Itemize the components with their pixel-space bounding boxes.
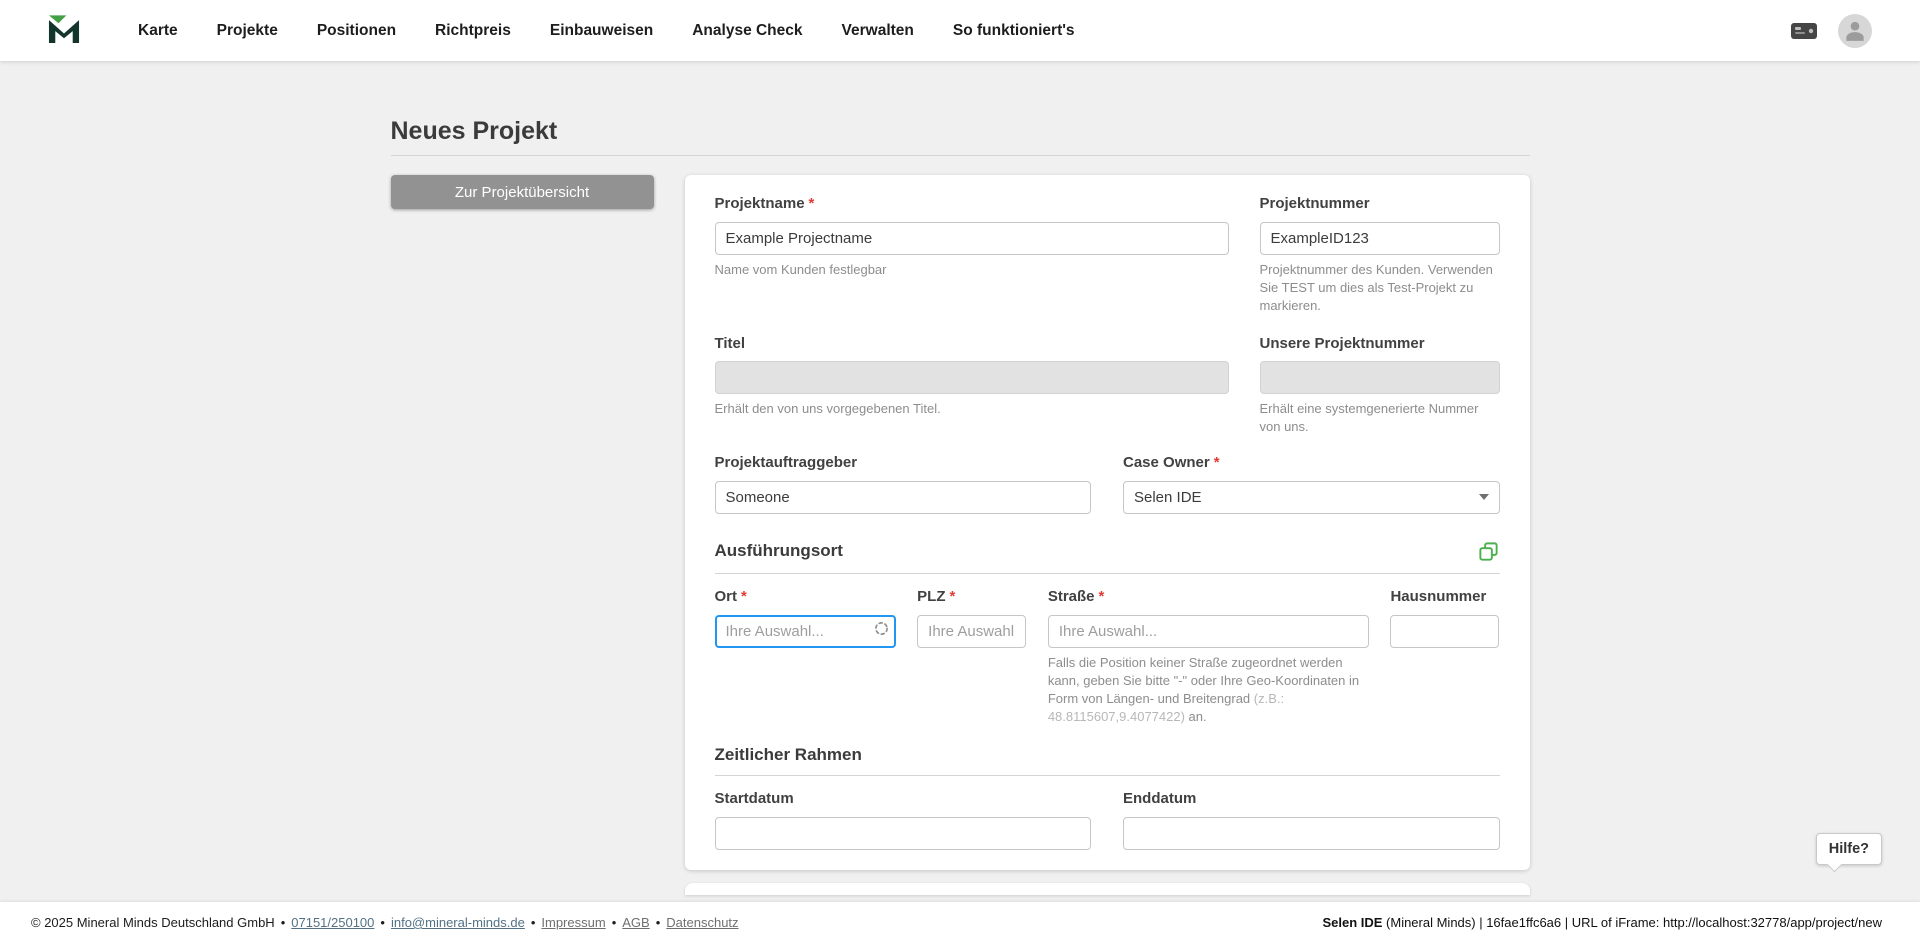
plz-input[interactable]: [917, 615, 1026, 648]
plz-label: PLZ*: [917, 588, 1026, 607]
top-navbar: Karte Projekte Positionen Richtpreis Ein…: [0, 0, 1920, 61]
row-projektname-projektnummer: Projektname* Name vom Kunden festlegbar …: [715, 195, 1500, 315]
footer: © 2025 Mineral Minds Deutschland GmbH • …: [0, 902, 1920, 943]
titel-label: Titel: [715, 335, 1229, 354]
ort-label: Ort*: [715, 588, 896, 607]
footer-phone-link[interactable]: 07151/250100: [291, 915, 374, 930]
nav-item-positionen[interactable]: Positionen: [317, 22, 396, 40]
case-owner-value: Selen IDE: [1134, 489, 1202, 506]
nav-item-karte[interactable]: Karte: [138, 22, 178, 40]
device-icon[interactable]: [1790, 21, 1818, 41]
projektauftraggeber-label: Projektauftraggeber: [715, 454, 1092, 473]
enddatum-input[interactable]: [1123, 817, 1500, 850]
row-ausfuehrungsort-fields: Ort* PLZ*: [715, 588, 1500, 726]
copyright-text: © 2025 Mineral Minds Deutschland GmbH: [31, 915, 275, 930]
nav-item-so-funktionierts[interactable]: So funktioniert's: [953, 22, 1075, 40]
footer-impressum-link[interactable]: Impressum: [541, 915, 605, 930]
section-divider: [715, 775, 1500, 776]
hausnummer-label: Hausnummer: [1390, 588, 1499, 607]
row-auftraggeber-caseowner: Projektauftraggeber Case Owner* Selen ID…: [715, 454, 1500, 514]
title-divider: [391, 155, 1530, 156]
unsere-projektnummer-label: Unsere Projektnummer: [1260, 335, 1500, 354]
startdatum-input[interactable]: [715, 817, 1092, 850]
page-title: Neues Projekt: [391, 117, 1530, 146]
session-info: Selen IDE (Mineral Minds) | 16fae1ffc6a6…: [1322, 915, 1882, 930]
section-title-ausfuehrungsort: Ausführungsort: [715, 541, 843, 561]
back-to-projects-button[interactable]: Zur Projektübersicht: [391, 175, 654, 209]
footer-datenschutz-link[interactable]: Datenschutz: [666, 915, 738, 930]
next-section-card-peek: [685, 883, 1530, 895]
required-asterisk: *: [1214, 454, 1220, 471]
nav-item-richtpreis[interactable]: Richtpreis: [435, 22, 511, 40]
projektname-input[interactable]: [715, 222, 1229, 255]
nav-item-analyse-check[interactable]: Analyse Check: [692, 22, 802, 40]
section-ausfuehrungsort-header: Ausführungsort: [715, 540, 1500, 563]
row-titel-unsere-projektnummer: Titel Erhält den von uns vorgegebenen Ti…: [715, 335, 1500, 437]
footer-agb-link[interactable]: AGB: [622, 915, 649, 930]
nav-item-verwalten[interactable]: Verwalten: [842, 22, 914, 40]
help-button[interactable]: Hilfe?: [1816, 833, 1882, 865]
case-owner-label: Case Owner*: [1123, 454, 1500, 473]
required-asterisk: *: [741, 588, 747, 605]
chevron-down-icon: [1479, 494, 1489, 500]
projektname-helper: Name vom Kunden festlegbar: [715, 261, 1229, 279]
startdatum-label: Startdatum: [715, 790, 1092, 809]
help-label: Hilfe?: [1829, 841, 1869, 857]
loading-spinner-icon: [874, 621, 889, 641]
projektnummer-input[interactable]: [1260, 222, 1500, 255]
project-form-card: Projektname* Name vom Kunden festlegbar …: [685, 175, 1530, 870]
case-owner-select[interactable]: Selen IDE: [1123, 481, 1500, 514]
person-icon: [1842, 17, 1868, 48]
unsere-projektnummer-input: [1260, 361, 1500, 394]
strasse-input[interactable]: [1048, 615, 1369, 648]
left-column: Zur Projektübersicht: [391, 175, 654, 209]
main-content: Neues Projekt Zur Projektübersicht Proje…: [391, 61, 1530, 895]
strasse-label: Straße*: [1048, 588, 1369, 607]
nav-item-einbauweisen[interactable]: Einbauweisen: [550, 22, 653, 40]
section-divider: [715, 573, 1500, 574]
user-avatar[interactable]: [1838, 14, 1872, 48]
footer-email-link[interactable]: info@mineral-minds.de: [391, 915, 525, 930]
ort-input[interactable]: [715, 615, 896, 648]
mineral-minds-logo-icon: [45, 9, 83, 52]
unsere-projektnummer-helper: Erhält eine systemgenerierte Nummer von …: [1260, 400, 1500, 436]
titel-input: [715, 361, 1229, 394]
required-asterisk: *: [1099, 588, 1105, 605]
row-dates: Startdatum Enddatum: [715, 790, 1500, 850]
enddatum-label: Enddatum: [1123, 790, 1500, 809]
projektnummer-helper: Projektnummer des Kunden. Verwenden Sie …: [1260, 261, 1500, 315]
section-zeitlicher-rahmen-header: Zeitlicher Rahmen: [715, 745, 1500, 765]
strasse-helper: Falls die Position keiner Straße zugeord…: [1048, 654, 1369, 726]
titel-helper: Erhält den von uns vorgegebenen Titel.: [715, 400, 1229, 418]
projektnummer-label: Projektnummer: [1260, 195, 1500, 214]
projektname-label: Projektname*: [715, 195, 1229, 214]
main-nav: Karte Projekte Positionen Richtpreis Ein…: [138, 22, 1075, 40]
projektauftraggeber-input[interactable]: [715, 481, 1092, 514]
brand-logo[interactable]: [45, 9, 83, 52]
hausnummer-input[interactable]: [1390, 615, 1499, 648]
required-asterisk: *: [950, 588, 956, 605]
copy-icon[interactable]: [1477, 540, 1500, 563]
required-asterisk: *: [809, 195, 815, 212]
nav-item-projekte[interactable]: Projekte: [217, 22, 278, 40]
section-title-zeitlicher-rahmen: Zeitlicher Rahmen: [715, 745, 862, 765]
